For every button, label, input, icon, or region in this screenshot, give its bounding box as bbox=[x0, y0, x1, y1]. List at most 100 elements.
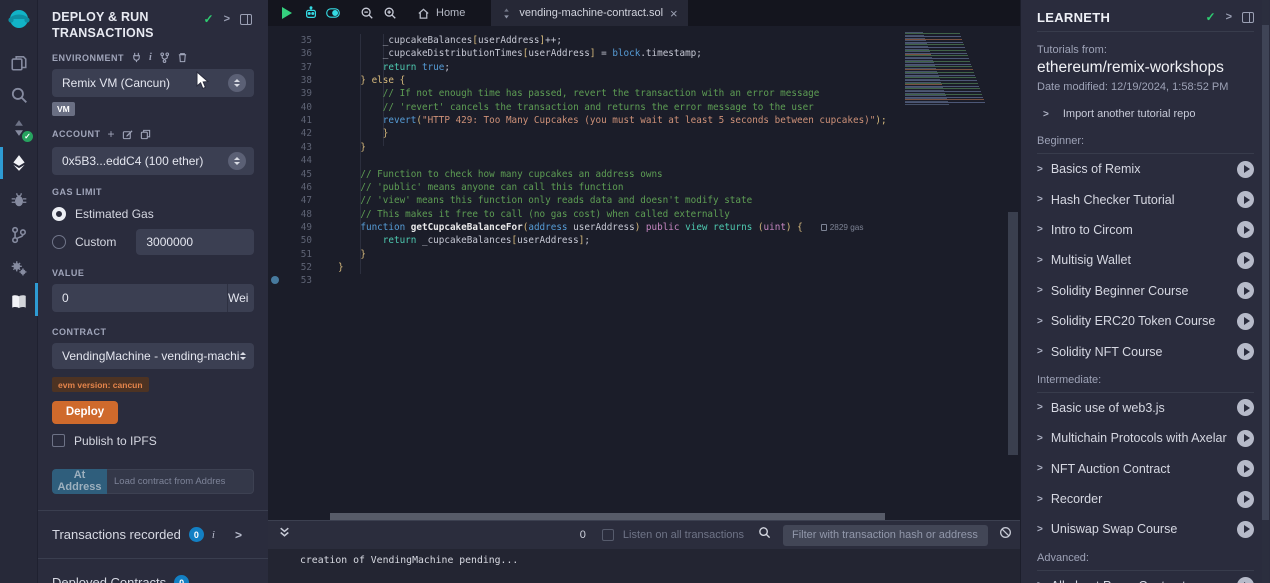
search-icon[interactable] bbox=[0, 80, 38, 110]
custom-gas-radio[interactable] bbox=[52, 235, 66, 249]
line-number[interactable]: 42 bbox=[268, 127, 312, 140]
tutorial-item[interactable]: >All about Proxy Contracts bbox=[1037, 571, 1254, 583]
play-tutorial-button[interactable] bbox=[1237, 460, 1254, 477]
play-tutorial-button[interactable] bbox=[1237, 252, 1254, 269]
estimated-gas-radio[interactable] bbox=[52, 207, 66, 221]
editor-horizontal-scrollbar[interactable] bbox=[268, 513, 1020, 520]
learneth-scrollbar[interactable] bbox=[1262, 0, 1269, 583]
run-script-icon[interactable] bbox=[282, 7, 292, 19]
play-tutorial-button[interactable] bbox=[1237, 191, 1254, 208]
close-tab-icon[interactable]: × bbox=[670, 7, 678, 20]
environment-info-icon[interactable]: i bbox=[149, 52, 152, 63]
learneth-expand-icon[interactable]: > bbox=[1226, 11, 1232, 23]
collapse-terminal-icon[interactable] bbox=[278, 526, 291, 544]
play-tutorial-button[interactable] bbox=[1237, 221, 1254, 238]
publish-ipfs-checkbox[interactable] bbox=[52, 434, 65, 447]
play-tutorial-button[interactable] bbox=[1237, 313, 1254, 330]
terminal-filter-input[interactable] bbox=[783, 525, 988, 546]
play-tutorial-button[interactable] bbox=[1237, 577, 1254, 583]
tutorial-item[interactable]: >Solidity Beginner Course bbox=[1037, 276, 1254, 306]
value-input[interactable] bbox=[52, 284, 227, 312]
terminal-search-icon[interactable] bbox=[758, 526, 771, 544]
copy-account-icon[interactable] bbox=[140, 129, 151, 140]
play-tutorial-button[interactable] bbox=[1237, 343, 1254, 360]
line-number[interactable]: 37 bbox=[268, 61, 312, 74]
ai-assistant-icon[interactable] bbox=[304, 0, 318, 26]
transactions-recorded-row[interactable]: Transactions recorded 0 i > bbox=[52, 524, 254, 546]
line-number[interactable]: 43 bbox=[268, 141, 312, 154]
line-number[interactable]: 38 bbox=[268, 74, 312, 87]
line-number[interactable]: 50 bbox=[268, 234, 312, 247]
play-tutorial-button[interactable] bbox=[1237, 521, 1254, 538]
learneth-pin-icon[interactable] bbox=[1242, 12, 1254, 23]
transactions-info-icon[interactable]: i bbox=[212, 529, 215, 541]
editor-minimap[interactable] bbox=[905, 32, 1005, 108]
line-number[interactable]: 35 bbox=[268, 34, 312, 47]
line-number[interactable]: 45 bbox=[268, 168, 312, 181]
tutorial-item[interactable]: >Uniswap Swap Course bbox=[1037, 514, 1254, 544]
line-number[interactable]: 49 bbox=[268, 221, 312, 234]
clear-terminal-icon[interactable] bbox=[999, 526, 1012, 544]
editor-vertical-scrollbar[interactable] bbox=[1008, 26, 1018, 513]
contract-select[interactable]: VendingMachine - vending-machin bbox=[52, 343, 254, 369]
tutorial-item[interactable]: >Solidity ERC20 Token Course bbox=[1037, 306, 1254, 336]
add-account-icon[interactable]: + bbox=[108, 127, 116, 141]
import-tutorial-repo[interactable]: > Import another tutorial repo bbox=[1037, 108, 1254, 120]
line-number[interactable]: 44 bbox=[268, 154, 312, 167]
line-number[interactable]: 39 bbox=[268, 87, 312, 100]
edit-account-icon[interactable] bbox=[122, 129, 133, 140]
solidity-compiler-icon[interactable]: ✓ bbox=[0, 113, 38, 143]
custom-gas-input[interactable] bbox=[136, 229, 254, 255]
tutorial-item[interactable]: >Multichain Protocols with Axelar bbox=[1037, 423, 1254, 453]
zoom-in-icon[interactable] bbox=[383, 0, 397, 26]
play-tutorial-button[interactable] bbox=[1237, 282, 1254, 299]
zoom-out-icon[interactable] bbox=[360, 0, 374, 26]
line-number[interactable]: 52 bbox=[268, 261, 312, 274]
tutorial-item[interactable]: >Solidity NFT Course bbox=[1037, 336, 1254, 366]
terminal-output[interactable]: creation of VendingMachine pending... [v… bbox=[268, 549, 1020, 583]
tutorial-item[interactable]: >Recorder bbox=[1037, 484, 1254, 514]
trash-icon[interactable] bbox=[177, 52, 188, 63]
ai-toggle-icon[interactable] bbox=[326, 0, 340, 26]
code-editor[interactable]: 35363738394041424344454647484950515253 _… bbox=[268, 26, 1020, 513]
deploy-button[interactable]: Deploy bbox=[52, 401, 118, 424]
debugger-icon[interactable] bbox=[0, 185, 38, 215]
tutorial-item[interactable]: >Basics of Remix bbox=[1037, 154, 1254, 184]
source-control-icon[interactable] bbox=[0, 220, 38, 250]
at-address-button[interactable]: At Address bbox=[52, 469, 107, 494]
line-number[interactable]: 48 bbox=[268, 208, 312, 221]
line-number[interactable]: 46 bbox=[268, 181, 312, 194]
home-tab[interactable]: Home bbox=[417, 7, 465, 20]
tutorial-item[interactable]: >Intro to Circom bbox=[1037, 215, 1254, 245]
tutorial-item[interactable]: >Multisig Wallet bbox=[1037, 245, 1254, 275]
play-tutorial-button[interactable] bbox=[1237, 430, 1254, 447]
tab-vending-machine-contract[interactable]: vending-machine-contract.sol × bbox=[491, 0, 687, 26]
line-number[interactable]: 40 bbox=[268, 101, 312, 114]
transactions-expand-icon[interactable]: > bbox=[235, 528, 242, 542]
line-number[interactable]: 41 bbox=[268, 114, 312, 127]
line-number[interactable]: 36 bbox=[268, 47, 312, 60]
plug-icon[interactable] bbox=[131, 52, 142, 63]
fork-environment-icon[interactable] bbox=[159, 52, 170, 63]
remix-logo-icon[interactable] bbox=[0, 4, 38, 36]
play-tutorial-button[interactable] bbox=[1237, 491, 1254, 508]
deploy-run-icon[interactable] bbox=[0, 148, 38, 178]
line-number[interactable]: 51 bbox=[268, 248, 312, 261]
tutorial-item[interactable]: >Hash Checker Tutorial bbox=[1037, 184, 1254, 214]
listen-all-checkbox[interactable] bbox=[602, 529, 614, 541]
line-number[interactable]: 47 bbox=[268, 194, 312, 207]
at-address-input[interactable] bbox=[107, 469, 254, 494]
tutorial-item[interactable]: >Basic use of web3.js bbox=[1037, 393, 1254, 423]
play-tutorial-button[interactable] bbox=[1237, 399, 1254, 416]
panel-expand-icon[interactable]: > bbox=[224, 13, 230, 25]
plugin-manager-icon[interactable] bbox=[0, 253, 38, 283]
file-explorer-icon[interactable] bbox=[0, 48, 38, 78]
account-select[interactable]: 0x5B3...eddC4 (100 ether) bbox=[52, 147, 254, 175]
value-unit-select[interactable]: Wei bbox=[227, 284, 254, 312]
tutorial-item[interactable]: >NFT Auction Contract bbox=[1037, 454, 1254, 484]
learneth-icon[interactable] bbox=[0, 287, 38, 317]
panel-pin-icon[interactable] bbox=[240, 14, 252, 25]
deployed-contracts-row[interactable]: Deployed Contracts 0 bbox=[52, 572, 254, 583]
play-tutorial-button[interactable] bbox=[1237, 161, 1254, 178]
environment-select[interactable]: Remix VM (Cancun) bbox=[52, 69, 254, 97]
